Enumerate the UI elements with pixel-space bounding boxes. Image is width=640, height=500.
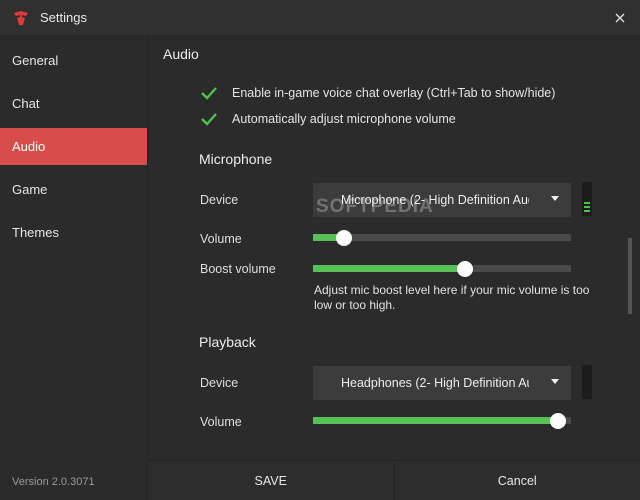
playback-level-meter [582,365,592,399]
slider-thumb[interactable] [457,261,474,277]
sidebar-item-label: General [12,53,59,68]
overlay-checkbox[interactable] [200,84,218,102]
slider-thumb[interactable] [335,230,352,246]
sidebar-item-general[interactable]: General [0,42,147,79]
microphone-heading: Microphone [199,151,273,167]
mic-device-select[interactable]: Microphone (2- High Definition Audio Dev… [313,183,571,217]
sidebar-item-label: Chat [12,96,40,111]
app-logo-icon [12,9,30,27]
scrollbar-thumb[interactable] [628,238,632,314]
mic-volume-label: Volume [200,232,242,246]
version-text: Version 2.0.3071 [12,476,95,488]
mic-volume-slider[interactable] [313,229,571,247]
chevron-down-icon [551,196,559,201]
mic-device-value: Microphone (2- High Definition Audio Dev… [341,193,529,207]
sidebar-item-audio[interactable]: Audio [0,128,147,165]
sidebar: General Chat Audio Game Themes Version 2… [0,36,148,500]
boost-hint-text: Adjust mic boost level here if your mic … [314,283,590,312]
sidebar-item-label: Themes [12,225,59,240]
auto-adjust-option-row: Automatically adjust microphone volume [200,110,456,128]
playback-volume-slider[interactable] [313,412,571,430]
overlay-option-label: Enable in-game voice chat overlay (Ctrl+… [232,86,556,100]
window-title: Settings [40,10,87,25]
auto-adjust-checkbox[interactable] [200,110,218,128]
page-title: Audio [163,46,199,62]
footer-bar: SAVE Cancel [148,460,640,500]
close-icon[interactable] [610,8,630,28]
checkmark-icon [201,113,217,126]
mic-device-label: Device [200,193,239,207]
chevron-down-icon [551,379,559,384]
sidebar-item-themes[interactable]: Themes [0,214,147,251]
boost-volume-label: Boost volume [200,262,276,276]
sidebar-item-label: Game [12,182,48,197]
title-bar: Settings [0,0,640,36]
overlay-option-row: Enable in-game voice chat overlay (Ctrl+… [200,84,555,102]
sidebar-item-chat[interactable]: Chat [0,85,147,122]
auto-adjust-option-label: Automatically adjust microphone volume [232,112,456,126]
playback-heading: Playback [199,334,256,350]
save-button[interactable]: SAVE [148,461,395,500]
playback-device-label: Device [200,376,239,390]
audio-settings-panel: Audio Enable in-game voice chat overlay … [148,36,628,460]
playback-device-value: Headphones (2- High Definition Audio Dev… [341,376,529,390]
playback-volume-label: Volume [200,415,242,429]
sidebar-item-game[interactable]: Game [0,171,147,208]
sidebar-item-label: Audio [12,139,46,154]
mic-level-meter [582,182,592,216]
slider-thumb[interactable] [550,413,567,429]
playback-device-select[interactable]: Headphones (2- High Definition Audio Dev… [313,366,571,400]
cancel-button[interactable]: Cancel [395,461,640,500]
boost-volume-slider[interactable] [313,260,571,278]
checkmark-icon [201,87,217,100]
